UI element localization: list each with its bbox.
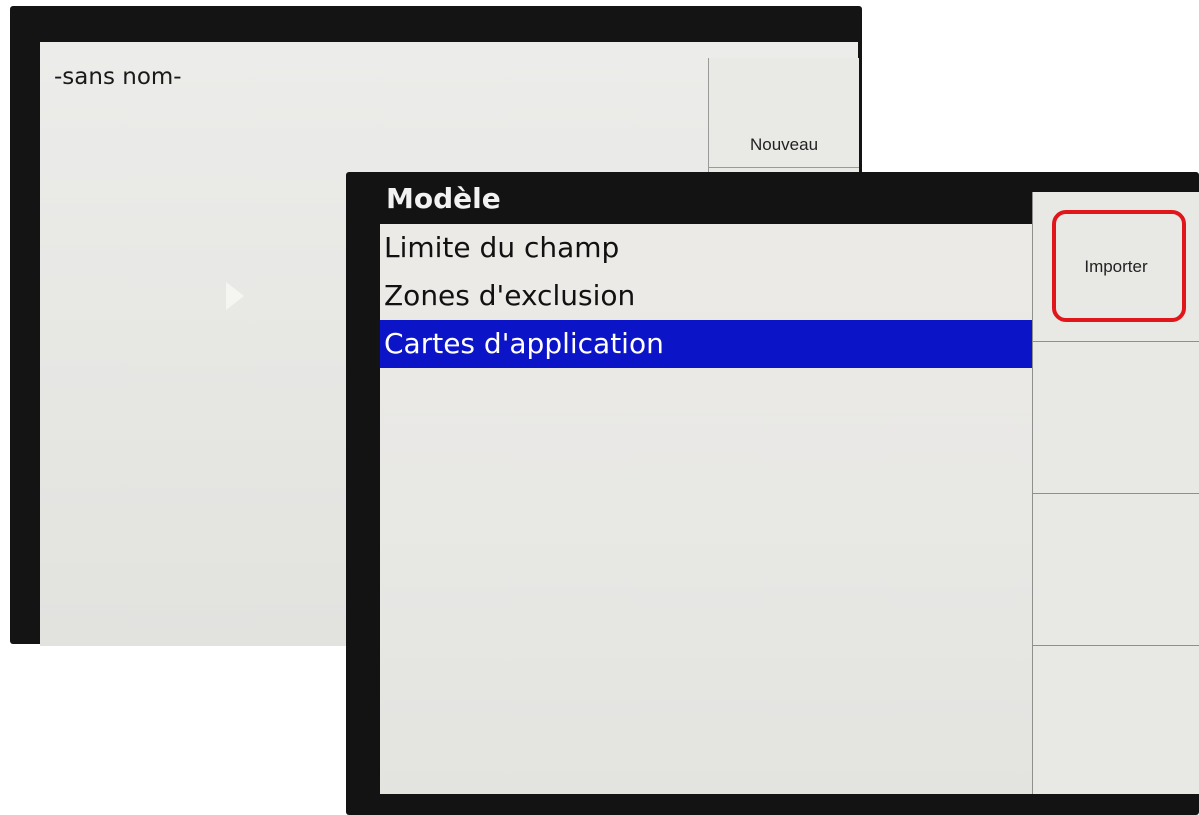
model-list: Limite du champ Zones d'exclusion Cartes…	[380, 224, 1044, 794]
importer-highlight-outline	[1052, 210, 1186, 322]
list-item-zones-exclusion[interactable]: Zones d'exclusion	[380, 272, 1044, 320]
list-item-limite-du-champ[interactable]: Limite du champ	[380, 224, 1044, 272]
list-item-cartes-application[interactable]: Cartes d'application	[380, 320, 1044, 368]
sidebar-button-3[interactable]	[1032, 494, 1199, 646]
sidebar-button-2[interactable]	[1032, 342, 1199, 494]
back-screen-title: -sans nom-	[54, 64, 182, 90]
nouveau-button[interactable]: Nouveau	[709, 58, 859, 168]
cursor-arrow-icon	[226, 282, 244, 310]
sidebar-button-4[interactable]	[1032, 646, 1199, 794]
page-title: Modèle	[386, 182, 501, 215]
